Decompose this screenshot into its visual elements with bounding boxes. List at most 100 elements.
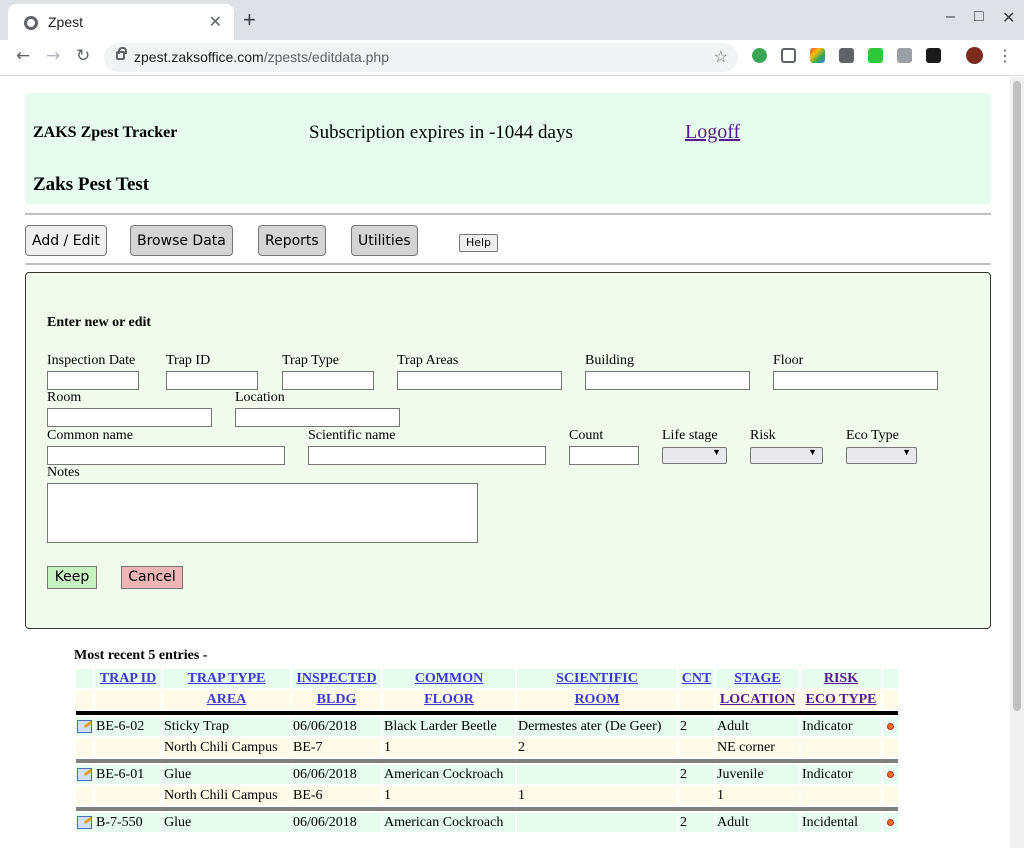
cell-scientific <box>517 765 677 784</box>
camera-icon[interactable] <box>897 48 912 63</box>
extension-green-icon[interactable] <box>752 48 767 63</box>
bookmark-star-icon[interactable]: ☆ <box>714 47 728 67</box>
col-trap-type[interactable]: TRAP TYPE <box>163 669 290 688</box>
cell-scientific <box>517 813 677 832</box>
minimize-icon[interactable]: – <box>946 8 955 26</box>
trap-type-input[interactable] <box>282 371 374 390</box>
extension-dark-icon[interactable] <box>926 48 941 63</box>
cell-trap-id: BE-6-02 <box>95 717 161 736</box>
on-extension-icon[interactable] <box>868 48 883 63</box>
risk-select[interactable]: ▼ <box>750 447 823 464</box>
edit-icon[interactable] <box>77 719 92 733</box>
cell-area: North Chili Campus <box>163 786 290 805</box>
cell-trap-id: BE-6-01 <box>95 765 161 784</box>
col-location[interactable]: LOCATION <box>716 690 799 709</box>
common-name-input[interactable] <box>47 446 285 465</box>
location-input[interactable] <box>235 408 400 427</box>
tab-title: Zpest <box>48 14 84 30</box>
scrollbar-thumb[interactable] <box>1013 81 1021 711</box>
table-separator <box>76 711 898 715</box>
close-window-icon[interactable]: ✕ <box>1002 8 1015 28</box>
trap-areas-label: Trap Areas <box>397 353 459 368</box>
close-tab-icon[interactable]: ✕ <box>209 12 222 32</box>
reload-icon[interactable]: ↻ <box>76 46 90 66</box>
trap-id-label: Trap ID <box>166 353 211 368</box>
menu-kebab-icon[interactable]: ⋮ <box>997 46 1013 65</box>
info-icon[interactable] <box>839 48 854 63</box>
col-bldg[interactable]: BLDG <box>292 690 381 709</box>
cell-trap-type: Glue <box>163 765 290 784</box>
col-stage[interactable]: STAGE <box>716 669 799 688</box>
browse-data-button[interactable]: Browse Data <box>130 225 233 256</box>
delete-icon[interactable] <box>887 722 894 730</box>
edit-icon[interactable] <box>77 767 92 781</box>
browser-tab[interactable]: Zpest ✕ <box>8 4 234 40</box>
col-room[interactable]: ROOM <box>517 690 677 709</box>
notes-label: Notes <box>47 465 80 480</box>
profile-avatar[interactable] <box>966 47 983 64</box>
notes-textarea[interactable] <box>47 483 478 543</box>
cell-location: 1 <box>716 786 799 805</box>
room-label: Room <box>47 390 82 405</box>
building-input[interactable] <box>585 371 750 390</box>
inspection-date-input[interactable] <box>47 371 139 390</box>
cell-floor: 1 <box>383 786 515 805</box>
edit-icon[interactable] <box>77 815 92 829</box>
cancel-button[interactable]: Cancel <box>121 566 183 589</box>
col-risk[interactable]: RISK <box>801 669 881 688</box>
cell-stage: Juvenile <box>716 765 799 784</box>
reports-button[interactable]: Reports <box>258 225 326 256</box>
delete-icon[interactable] <box>887 818 894 826</box>
back-icon[interactable]: ← <box>16 46 30 66</box>
table-row: BE-6-01 Glue 06/06/2018 American Cockroa… <box>76 765 898 784</box>
maximize-icon[interactable]: □ <box>974 8 984 26</box>
recent-entries-title: Most recent 5 entries - <box>74 648 208 663</box>
screenshot-icon[interactable] <box>781 48 796 63</box>
life-stage-select[interactable]: ▼ <box>662 447 727 464</box>
col-cnt[interactable]: CNT <box>679 669 714 688</box>
add-edit-button[interactable]: Add / Edit <box>25 225 107 256</box>
col-common[interactable]: COMMON <box>383 669 515 688</box>
cell-risk: Indicator <box>801 717 881 736</box>
divider <box>25 213 991 215</box>
delete-icon[interactable] <box>887 770 894 778</box>
forward-icon[interactable]: → <box>46 46 60 66</box>
col-trap-id[interactable]: TRAP ID <box>95 669 161 688</box>
new-tab-icon[interactable]: + <box>243 8 256 32</box>
cell-common: American Cockroach <box>383 813 515 832</box>
cell-bldg: BE-6 <box>292 786 381 805</box>
help-button[interactable]: Help <box>459 234 498 252</box>
trap-id-input[interactable] <box>166 371 258 390</box>
color-picker-icon[interactable] <box>810 48 825 63</box>
trap-type-label: Trap Type <box>282 353 339 368</box>
divider <box>25 263 991 265</box>
recent-entries-table: TRAP ID TRAP TYPE INSPECTED COMMON SCIEN… <box>74 667 900 834</box>
count-input[interactable] <box>569 446 639 465</box>
trap-areas-input[interactable] <box>397 371 562 390</box>
cell-cnt: 2 <box>679 813 714 832</box>
scientific-name-input[interactable] <box>308 446 546 465</box>
keep-button[interactable]: Keep <box>47 566 97 589</box>
url-text: zpest.zaksoffice.com/zpests/editdata.php <box>134 49 389 65</box>
utilities-button[interactable]: Utilities <box>351 225 418 256</box>
eco-type-select[interactable]: ▼ <box>846 447 917 464</box>
cell-room: 2 <box>517 738 677 757</box>
col-scientific[interactable]: SCIENTIFIC <box>517 669 677 688</box>
page-scrollbar[interactable] <box>1010 77 1024 848</box>
room-input[interactable] <box>47 408 212 427</box>
table-separator <box>76 807 898 811</box>
col-area[interactable]: AREA <box>163 690 290 709</box>
dropdown-arrow-icon: ▼ <box>902 447 911 457</box>
col-inspected[interactable]: INSPECTED <box>292 669 381 688</box>
logoff-link[interactable]: Logoff <box>685 121 740 144</box>
cell-cnt: 2 <box>679 765 714 784</box>
col-eco-type[interactable]: ECO TYPE <box>801 690 881 709</box>
subscription-status: Subscription expires in -1044 days <box>309 122 573 143</box>
scientific-name-label: Scientific name <box>308 428 396 443</box>
col-floor[interactable]: FLOOR <box>383 690 515 709</box>
table-header-row: TRAP ID TRAP TYPE INSPECTED COMMON SCIEN… <box>76 669 898 688</box>
table-header-row: AREA BLDG FLOOR ROOM LOCATION ECO TYPE <box>76 690 898 709</box>
floor-input[interactable] <box>773 371 938 390</box>
cell-stage: Adult <box>716 813 799 832</box>
address-bar[interactable]: zpest.zaksoffice.com/zpests/editdata.php… <box>104 43 738 72</box>
